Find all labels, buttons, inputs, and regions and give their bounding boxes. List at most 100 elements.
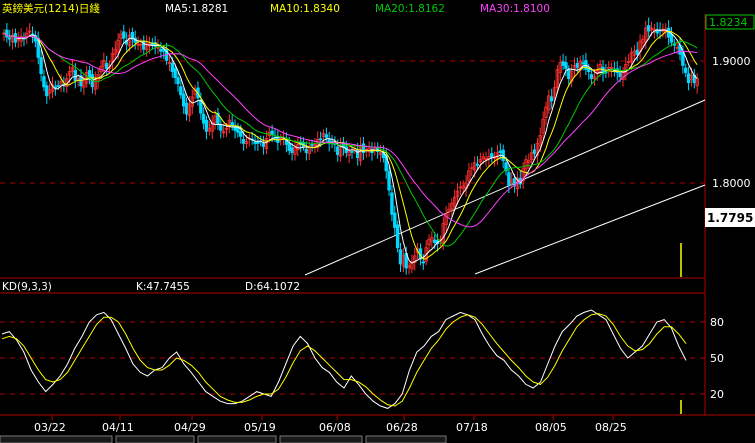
candle-body xyxy=(104,63,109,69)
top-value-label: 1.8234 xyxy=(709,16,748,29)
candle-body xyxy=(646,25,651,32)
candle-body xyxy=(421,261,426,264)
candle-body xyxy=(395,224,400,249)
candle-body xyxy=(324,134,329,138)
current-price-label: 1.7795 xyxy=(707,211,753,225)
tab-2[interactable] xyxy=(115,435,195,443)
trend-channel xyxy=(304,99,706,276)
candle-body xyxy=(304,148,309,153)
ma10-label: MA10:1.8340 xyxy=(270,3,340,15)
candle-body xyxy=(201,113,206,124)
candle-body xyxy=(310,144,314,146)
candle-body xyxy=(253,141,257,144)
x-tick-label: 04/29 xyxy=(174,421,206,434)
candle-body xyxy=(241,138,246,144)
x-tick-label: 08/05 xyxy=(535,421,567,434)
candle-body xyxy=(507,172,511,186)
tab-4[interactable] xyxy=(279,435,363,443)
candle-body xyxy=(159,48,163,52)
candle-body xyxy=(56,84,60,87)
candle-body xyxy=(87,70,92,78)
k-value-label: K:47.7455 xyxy=(136,281,190,293)
chart-title: 英鎊美元(1214)日綫 xyxy=(2,2,100,15)
candle-body xyxy=(287,143,291,151)
candle-body xyxy=(398,249,403,265)
ma30-label: MA30:1.8100 xyxy=(480,3,550,15)
price-gridlines xyxy=(0,60,705,184)
candle-body xyxy=(561,61,565,66)
x-axis: 03/22 04/11 04/29 05/19 06/08 06/28 07/18 08/05… xyxy=(34,415,627,434)
header-legend: 英鎊美元(1214)日綫 MA5:1.8281 MA10:1.8340 MA20… xyxy=(2,2,550,15)
candle-body xyxy=(490,153,494,159)
candle-body xyxy=(532,149,537,154)
tab-5[interactable] xyxy=(365,435,447,443)
x-tick-label: 07/18 xyxy=(456,421,488,434)
x-tick-label: 06/28 xyxy=(386,421,418,434)
candle-body xyxy=(73,70,78,82)
candle-body xyxy=(390,192,394,215)
channel-upper-line xyxy=(304,99,706,276)
x-tick-label: 04/11 xyxy=(102,421,134,434)
candle-body xyxy=(122,31,126,39)
candle-body xyxy=(589,74,594,80)
candle-body xyxy=(387,170,391,191)
candle-body xyxy=(669,33,674,43)
candle-body xyxy=(549,96,554,102)
candle-body xyxy=(270,130,274,135)
x-tick-label: 03/22 xyxy=(34,421,66,434)
candle-body xyxy=(179,86,183,96)
kd-tick-label: 50 xyxy=(710,352,724,365)
kd-tick-label: 20 xyxy=(710,388,724,401)
tab-1[interactable] xyxy=(0,435,113,443)
x-tick-label: 06/08 xyxy=(319,421,351,434)
candle-body xyxy=(39,57,43,74)
tab-3[interactable] xyxy=(197,435,277,443)
candle-body xyxy=(475,163,480,166)
candle-body xyxy=(575,63,580,68)
ma20-label: MA20:1.8162 xyxy=(375,3,445,15)
candle-body xyxy=(433,239,437,244)
candle-body xyxy=(219,124,223,131)
candle-body xyxy=(261,143,266,147)
candle-body xyxy=(5,29,9,38)
kd-label: KD(9,3,3) xyxy=(2,281,52,293)
candle-body xyxy=(564,62,568,69)
y-tick-label: 1.8000 xyxy=(712,177,751,190)
candle-body xyxy=(45,85,49,97)
price-axis: 1.8234 1.9000 1.8000 1.7795 xyxy=(680,14,755,277)
x-tick-label: 05/19 xyxy=(244,421,276,434)
candle-body xyxy=(239,131,243,137)
ma5-label: MA5:1.8281 xyxy=(165,3,228,15)
candle-body xyxy=(336,146,340,155)
kd-panel: KD(9,3,3) K:47.7455 D:64.1072 80 50 20 xyxy=(0,281,724,414)
candle-body xyxy=(393,212,397,228)
candle-body xyxy=(230,122,234,126)
candle-body xyxy=(176,77,180,85)
candle-body xyxy=(587,68,591,72)
y-tick-label: 1.9000 xyxy=(712,55,751,68)
bottom-tab-strip xyxy=(0,435,447,443)
candle-body xyxy=(581,62,585,65)
chart-canvas: 英鎊美元(1214)日綫 MA5:1.8281 MA10:1.8340 MA20… xyxy=(0,2,755,443)
candle-body xyxy=(635,49,639,55)
candle-body xyxy=(618,71,622,78)
kd-tick-label: 80 xyxy=(710,316,724,329)
candle-body xyxy=(318,138,323,141)
candle-body xyxy=(567,69,571,80)
candle-body xyxy=(498,150,503,153)
candle-body xyxy=(8,37,12,40)
candle-body xyxy=(182,93,186,107)
candle-body xyxy=(684,67,688,73)
candle-body xyxy=(350,150,354,153)
x-tick-label: 08/25 xyxy=(595,421,627,434)
candle-body xyxy=(256,141,260,144)
candle-body xyxy=(686,73,691,84)
candle-body xyxy=(204,119,209,132)
candle-body xyxy=(42,76,46,88)
candle-body xyxy=(173,68,177,79)
candle-body xyxy=(681,52,685,66)
candle-body xyxy=(356,149,360,159)
candle-body xyxy=(184,102,189,115)
d-line xyxy=(1,313,687,407)
channel-lower-line xyxy=(474,184,706,275)
